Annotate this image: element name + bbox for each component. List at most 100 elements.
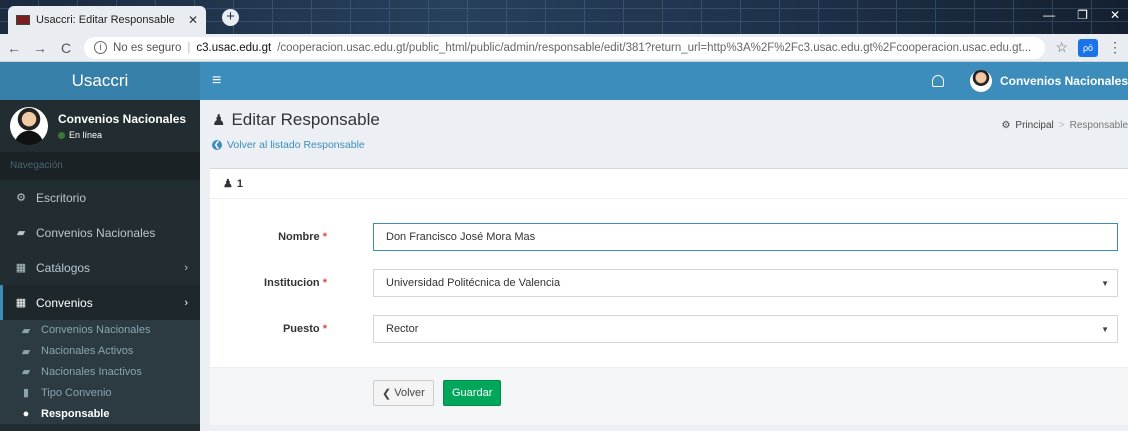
table-icon: ▦ [15, 297, 27, 309]
browser-tab-strip: Usaccri: Editar Responsable ✕ + — ❐ ✕ [0, 0, 1128, 34]
page-title: ♟ Editar Responsable [212, 110, 1116, 130]
nombre-input[interactable]: Don Francisco José Mora Mas [373, 223, 1118, 251]
browser-tab[interactable]: Usaccri: Editar Responsable ✕ [8, 6, 206, 34]
box-title: 1 [236, 177, 243, 190]
reload-icon[interactable]: C [58, 40, 74, 56]
form-box: ♟ 1 Nombre * Don Francisco José Mora Mas… [210, 168, 1128, 425]
book-icon: ▰ [21, 366, 31, 379]
institucion-value: Universidad Politécnica de Valencia [386, 277, 561, 289]
back-button[interactable]: ❮ Volver [373, 380, 434, 406]
sidebar-subitem-label: Tipo Convenio [41, 386, 112, 399]
sidebar-submenu: ▰ Convenios Nacionales ▰ Nacionales Acti… [0, 320, 200, 424]
user-status: En línea [58, 130, 186, 140]
sidebar-item-catalogos[interactable]: ▦ Catálogos › [0, 250, 200, 285]
avatar [969, 70, 992, 92]
sidebar-item-convenios[interactable]: ▦ Convenios › [0, 285, 200, 320]
book-icon: ▰ [16, 227, 26, 239]
back-to-list-link[interactable]: ❮ Volver al listado Responsable [212, 139, 1116, 151]
users-icon: ♟ [223, 178, 233, 190]
bookmark-icon: ▮ [22, 387, 30, 400]
tab-title: Usaccri: Editar Responsable [36, 14, 175, 26]
main-content: ♟ Editar Responsable ❮ Volver al listado… [200, 100, 1128, 431]
online-dot-icon [58, 131, 65, 139]
sidebar-toggle-icon[interactable]: ≡ [212, 72, 221, 90]
nombre-value: Don Francisco José Mora Mas [386, 231, 536, 243]
institucion-label: Institucion * [264, 277, 327, 289]
sidebar-item-label: Convenios Nacionales [36, 225, 156, 240]
sidebar-item-convenios-nacionales[interactable]: ▰ Convenios Nacionales [0, 215, 200, 250]
dashboard-icon: ⚙ [1001, 120, 1011, 131]
favicon-icon [16, 15, 30, 25]
form-row-institucion: Institucion * Universidad Politécnica de… [210, 269, 1128, 297]
book-icon: ▰ [21, 345, 31, 358]
dropdown-caret-icon: ▼ [1101, 278, 1109, 288]
sidebar-item-escritorio[interactable]: ⚙ Escritorio [0, 180, 200, 215]
tab-close-icon[interactable]: ✕ [188, 13, 198, 27]
sidebar-subitem-label: Nacionales Activos [41, 345, 134, 358]
dashboard-icon: ⚙ [16, 192, 26, 204]
security-label: No es seguro [113, 41, 182, 54]
form-row-puesto: Puesto * Rector ▼ [210, 315, 1128, 343]
maximize-button[interactable]: ❐ [1077, 8, 1088, 22]
save-button[interactable]: Guardar [443, 380, 502, 406]
info-icon[interactable]: i [94, 41, 107, 54]
book-icon: ▰ [21, 324, 31, 337]
browser-toolbar: ← → C i No es seguro | c3.usac.edu.gt/co… [0, 34, 1128, 62]
circle-arrow-left-icon: ❮ [212, 140, 222, 150]
sidebar-user-name: Convenios Nacionales [58, 112, 187, 126]
box-header: ♟ 1 [210, 169, 1128, 199]
content-header: ♟ Editar Responsable ❮ Volver al listado… [200, 100, 1128, 158]
sidebar-item-label: Convenios [36, 295, 93, 310]
sidebar-subitem-responsable[interactable]: ● Responsable [0, 403, 200, 424]
top-navbar: ≡ Convenios Nacionales [200, 62, 1128, 100]
app-logo[interactable]: Usaccri [0, 62, 200, 100]
bookmark-star-icon[interactable]: ☆ [1055, 39, 1068, 56]
extension-icon[interactable]: ρō [1078, 38, 1098, 57]
chevron-right-icon: › [184, 296, 188, 309]
sidebar-subitem-label: Convenios Nacionales [41, 324, 151, 337]
user-menu[interactable]: Convenios Nacionales [969, 70, 1128, 92]
page-title-text: Editar Responsable [231, 110, 380, 129]
breadcrumb-current: Responsable [1069, 120, 1128, 131]
circle-arrow-left-icon: ❮ [382, 387, 392, 400]
breadcrumb: ⚙ Principal > Responsable [1001, 120, 1128, 131]
avatar [10, 107, 48, 145]
header-user-name: Convenios Nacionales [999, 74, 1128, 88]
back-button-label: Volver [394, 387, 425, 399]
sidebar-subitem-tipo-convenio[interactable]: ▮ Tipo Convenio [0, 382, 200, 403]
address-bar[interactable]: i No es seguro | c3.usac.edu.gt/cooperac… [84, 36, 1046, 59]
url-separator: | [187, 41, 191, 54]
sidebar-subitem-label: Responsable [41, 407, 110, 420]
bell-icon[interactable] [931, 75, 944, 87]
url-host: c3.usac.edu.gt [196, 41, 272, 54]
chevron-right-icon: › [184, 261, 188, 274]
url-path: /cooperacion.usac.edu.gt/public_html/pub… [277, 41, 1032, 54]
breadcrumb-separator: > [1058, 120, 1065, 131]
sidebar-subitem-nacionales-inactivos[interactable]: ▰ Nacionales Inactivos [0, 362, 200, 383]
puesto-label: Puesto * [282, 323, 327, 335]
sidebar-item-label: Catálogos [36, 260, 91, 275]
sidebar: Convenios Nacionales En línea Navegación… [0, 100, 200, 431]
user-icon: ♟ [212, 112, 226, 129]
sidebar-subitem-convenios-nacionales[interactable]: ▰ Convenios Nacionales [0, 320, 200, 341]
dropdown-caret-icon: ▼ [1101, 324, 1109, 334]
breadcrumb-home[interactable]: Principal [1015, 120, 1053, 131]
user-status-label: En línea [69, 130, 103, 140]
form-row-nombre: Nombre * Don Francisco José Mora Mas [210, 223, 1128, 251]
sidebar-item-label: Escritorio [36, 190, 87, 205]
close-window-button[interactable]: ✕ [1110, 8, 1120, 22]
new-tab-button[interactable]: + [222, 9, 239, 26]
forward-arrow-icon[interactable]: → [32, 40, 48, 56]
user-icon: ● [22, 407, 30, 420]
minimize-button[interactable]: — [1043, 8, 1055, 22]
browser-menu-icon[interactable]: ⋮ [1108, 39, 1122, 56]
sidebar-subitem-label: Nacionales Inactivos [41, 365, 142, 378]
window-controls: — ❐ ✕ [1043, 8, 1120, 22]
nav-header: Navegación [0, 152, 200, 180]
table-icon: ▦ [15, 262, 27, 274]
nombre-label: Nombre * [278, 231, 327, 243]
back-arrow-icon[interactable]: ← [6, 40, 22, 56]
puesto-select[interactable]: Rector ▼ [373, 315, 1118, 343]
institucion-select[interactable]: Universidad Politécnica de Valencia ▼ [373, 269, 1118, 297]
sidebar-subitem-nacionales-activos[interactable]: ▰ Nacionales Activos [0, 341, 200, 362]
